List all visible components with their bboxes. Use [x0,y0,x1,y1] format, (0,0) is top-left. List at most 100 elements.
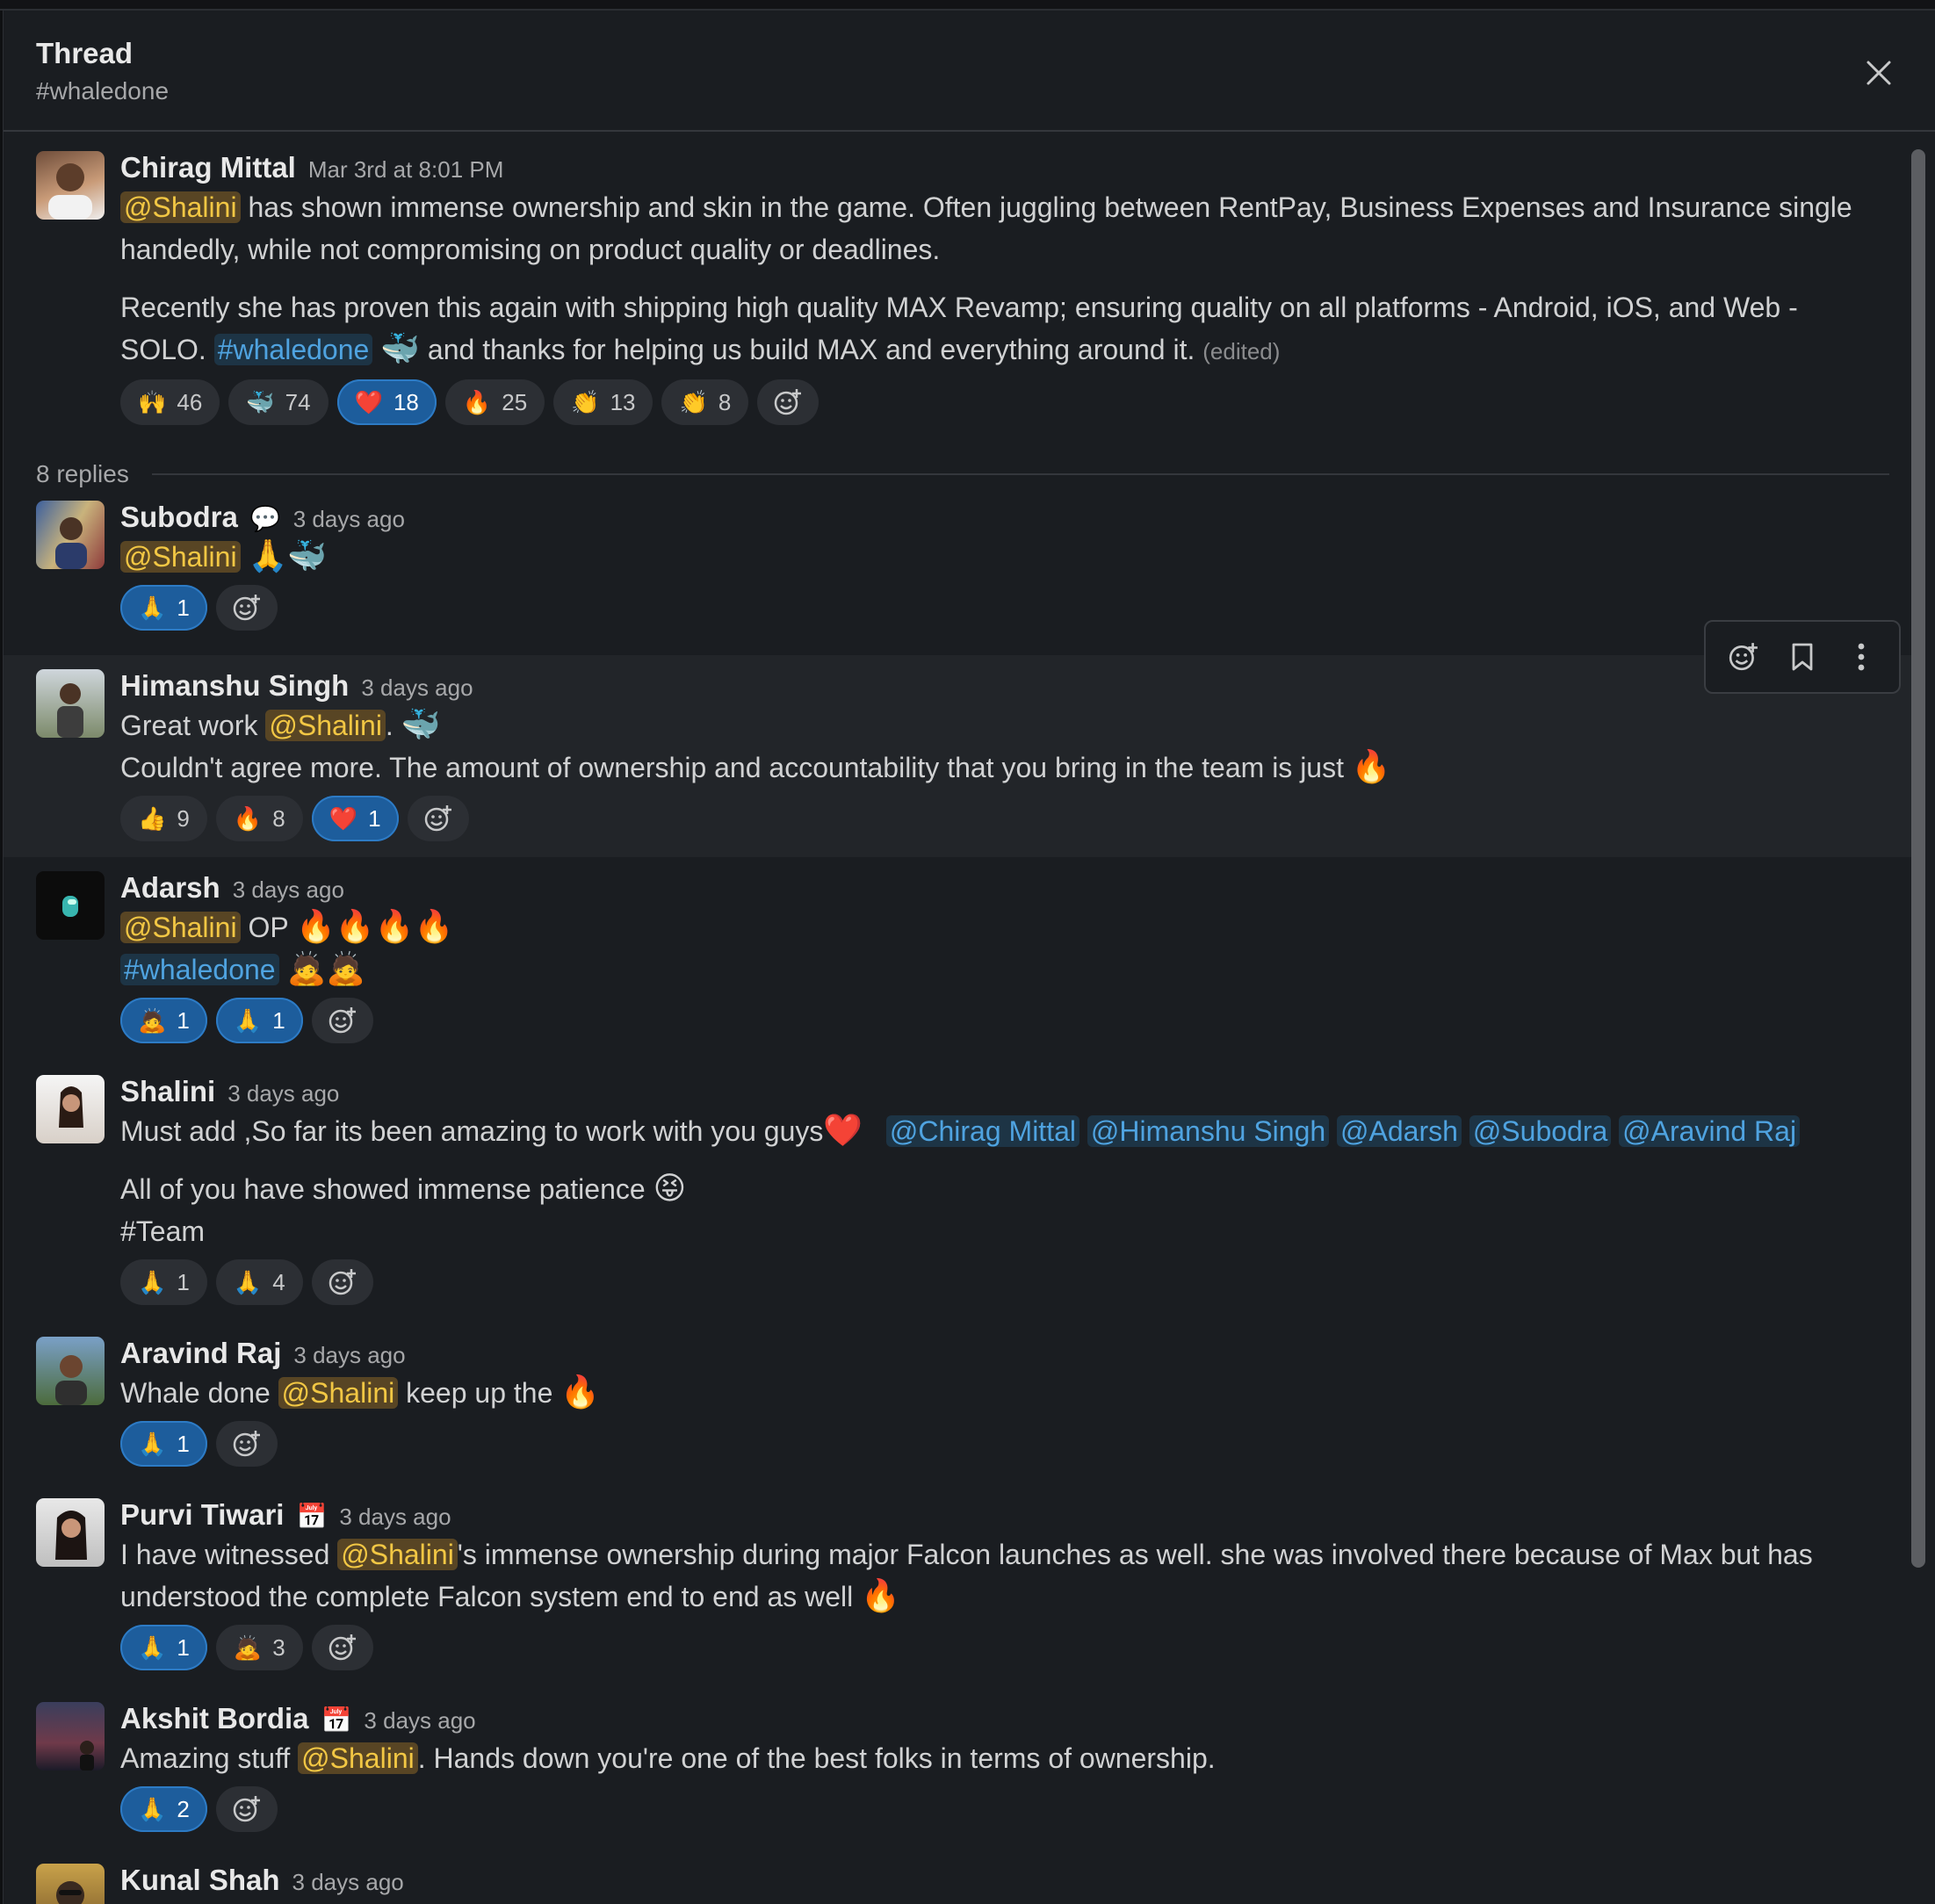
timestamp[interactable]: 3 days ago [293,506,405,533]
avatar[interactable] [36,871,105,940]
author-name[interactable]: Purvi Tiwari [120,1498,284,1532]
user-mention[interactable]: @Shalini [120,541,241,573]
reaction-heart[interactable]: ❤️ 1 [311,796,399,841]
author-name[interactable]: Kunal Shah [120,1864,280,1897]
author-name[interactable]: Aravind Raj [120,1337,281,1370]
author-name[interactable]: Adarsh [120,871,220,905]
reaction-bar: 🙏 1 🙇 3 [120,1625,1870,1670]
reaction-emoji: ❤️ [354,388,383,415]
timestamp[interactable]: 3 days ago [292,1869,404,1896]
add-reaction-icon [775,389,802,415]
reaction-bow[interactable]: 🙇 3 [215,1625,303,1670]
add-reaction-button[interactable] [311,1625,373,1670]
fire-emoji: 🔥 [1351,748,1391,784]
add-reaction-button[interactable] [215,585,278,631]
channel-link[interactable]: #whaledone [120,954,279,985]
message-fragment: Must add ,So far its been amazing to wor… [120,1115,824,1147]
reaction-thank-you[interactable]: 🙏 2 [120,1786,207,1832]
user-mention[interactable]: @Shalini [120,912,241,943]
reaction-plus-one[interactable]: 👍 9 [120,796,207,841]
reaction-thank-you[interactable]: 🙏 1 [120,1625,207,1670]
reaction-whale[interactable]: 🐳 74 [228,379,329,425]
close-button[interactable] [1857,51,1901,95]
message-fragment: OP [240,912,296,943]
fire-emoji: 🔥 [861,1577,900,1613]
user-mention[interactable]: @Shalini [265,710,386,741]
avatar[interactable] [36,1337,105,1405]
avatar[interactable] [36,1702,105,1771]
replies-divider: 8 replies [36,457,1889,492]
reply-message: Aravind Raj 3 days ago Whale done @Shali… [4,1337,1914,1477]
add-reaction-button[interactable] [311,998,373,1043]
channel-link[interactable]: #whaledone [213,334,373,365]
user-mention[interactable]: @Chirag Mittal [885,1115,1079,1147]
reaction-heart[interactable]: ❤️ 18 [336,379,437,425]
reaction-clap[interactable]: 👏 13 [553,379,653,425]
reaction-emoji: 👏 [571,388,600,415]
user-mention[interactable]: @Adarsh [1337,1115,1462,1147]
reaction-thank-you[interactable]: 🙏 4 [215,1259,303,1305]
reaction-bar: 🙏 1 🙏 4 [120,1259,1870,1305]
reaction-count: 9 [177,804,190,832]
reaction-emoji: 👏 [679,388,708,415]
bookmark-button[interactable] [1778,632,1827,682]
author-name[interactable]: Subodra [120,501,238,534]
reaction-pray[interactable]: 🙏 1 [120,1259,207,1305]
tongue-emoji: 😝 [653,1170,687,1206]
avatar[interactable] [36,669,105,738]
more-vertical-icon [1858,643,1865,671]
timestamp[interactable]: 3 days ago [361,674,473,702]
add-reaction-button[interactable] [757,379,819,425]
timestamp[interactable]: 3 days ago [227,1080,339,1107]
author-name[interactable]: Himanshu Singh [120,669,349,703]
message-text: @Shalini OP 🔥🔥🔥🔥 [120,906,1870,948]
scrollbar-thumb[interactable] [1911,149,1925,1568]
user-mention[interactable]: @Subodra [1469,1115,1612,1147]
reaction-fire[interactable]: 🔥 25 [444,379,545,425]
author-name[interactable]: Akshit Bordia [120,1702,309,1735]
user-mention[interactable]: @Aravind Raj [1619,1115,1801,1147]
author-name[interactable]: Chirag Mittal [120,151,296,184]
timestamp[interactable]: 3 days ago [364,1707,475,1735]
thread-channel[interactable]: #whaledone [36,77,169,105]
reply-message: Adarsh 3 days ago @Shalini OP 🔥🔥🔥🔥 #whal… [4,871,1914,1056]
avatar[interactable] [36,151,105,220]
user-mention[interactable]: @Shalini [278,1377,399,1409]
avatar[interactable] [36,1498,105,1567]
timestamp[interactable]: 3 days ago [293,1342,405,1369]
user-mention[interactable]: @Shalini [298,1742,418,1774]
message-fragment: Couldn't agree more. The amount of owner… [120,752,1352,783]
timestamp[interactable]: Mar 3rd at 8:01 PM [308,156,504,184]
message-fragment: has shown immense ownership and skin in … [120,191,1852,265]
avatar[interactable] [36,1864,105,1904]
close-icon [1866,61,1891,85]
reaction-fire[interactable]: 🔥 8 [215,796,303,841]
more-actions-button[interactable] [1837,632,1886,682]
thread-scroll-area[interactable]: Chirag Mittal Mar 3rd at 8:01 PM @Shalin… [4,133,1914,1904]
add-reaction-button[interactable] [311,1259,373,1305]
avatar[interactable] [36,501,105,569]
reply-message: Kunal Shah 3 days ago [4,1864,1914,1904]
timestamp[interactable]: 3 days ago [233,876,344,904]
reaction-thank-you[interactable]: 🙏 1 [120,585,207,631]
user-mention[interactable]: @Himanshu Singh [1087,1115,1330,1147]
avatar[interactable] [36,1075,105,1143]
add-reaction-button[interactable] [1719,632,1768,682]
reaction-thank-you[interactable]: 🙏 1 [215,998,303,1043]
user-mention[interactable]: @Shalini [120,191,241,223]
add-reaction-button[interactable] [215,1421,278,1467]
add-reaction-button[interactable] [215,1786,278,1832]
reaction-bow[interactable]: 🙇 1 [120,998,207,1043]
user-mention[interactable]: @Shalini [337,1539,458,1570]
reaction-bar: 🙇 1 🙏 1 [120,998,1870,1043]
reply-message: Subodra 💬 3 days ago @Shalini 🙏🐳 🙏 1 [4,501,1914,641]
author-name[interactable]: Shalini [120,1075,215,1108]
reaction-thank-you[interactable]: 🙏 1 [120,1421,207,1467]
message-hover-toolbar [1704,620,1901,694]
add-reaction-button[interactable] [407,796,469,841]
reaction-clap-2[interactable]: 👏 8 [661,379,749,425]
reaction-emoji: 🙏 [138,1634,167,1661]
reaction-emoji: 🔥 [462,388,492,415]
reaction-raised-hands[interactable]: 🙌 46 [120,379,220,425]
timestamp[interactable]: 3 days ago [339,1504,451,1531]
